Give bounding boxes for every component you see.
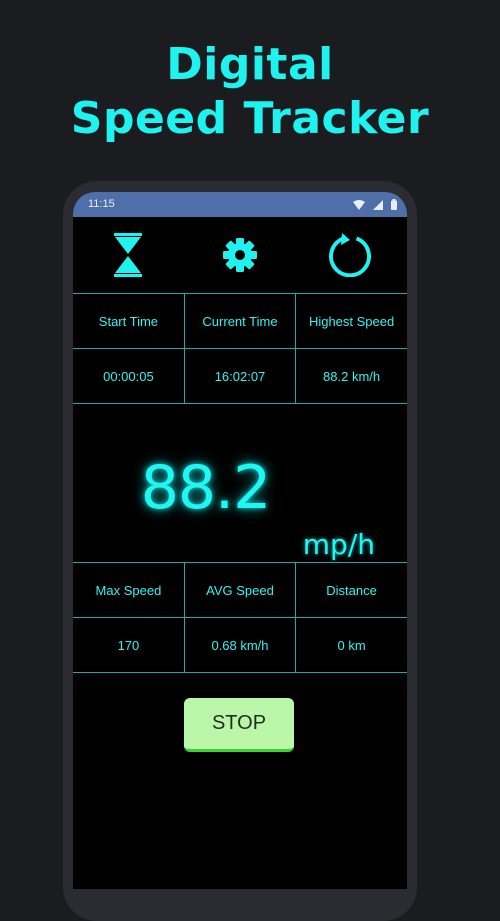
start-time-header: Start Time [73, 294, 185, 349]
max-speed-value: 170 [73, 617, 185, 673]
distance-value: 0 km [295, 617, 407, 673]
stats-table: Max Speed AVG Speed Distance 170 0.68 km… [73, 562, 407, 673]
start-time-value: 00:00:05 [73, 348, 185, 404]
app-screen: 11:15 Start Time Current Time Highest Sp… [73, 192, 407, 889]
highest-speed-value: 88.2 km/h [295, 348, 407, 404]
time-table: Start Time Current Time Highest Speed 00… [73, 294, 407, 404]
speed-unit: mp/h [302, 528, 375, 561]
gear-icon[interactable] [216, 231, 264, 279]
hourglass-icon[interactable] [104, 231, 152, 279]
current-time-header: Current Time [183, 294, 297, 349]
speedometer: 88.2 mp/h [73, 404, 407, 562]
signal-icon [373, 199, 383, 210]
highest-speed-header: Highest Speed [295, 294, 407, 349]
max-speed-header: Max Speed [73, 562, 185, 618]
wifi-icon [353, 199, 365, 210]
stop-button[interactable]: STOP [184, 698, 294, 752]
status-bar: 11:15 [73, 192, 407, 217]
promo-headline: Digital Speed Tracker [0, 38, 500, 146]
avg-speed-header: AVG Speed [183, 562, 297, 618]
avg-speed-value: 0.68 km/h [183, 617, 297, 673]
speed-value: 88.2 [140, 453, 272, 523]
current-time-value: 16:02:07 [183, 348, 297, 404]
distance-header: Distance [295, 562, 407, 618]
toolbar [73, 217, 407, 294]
refresh-icon[interactable] [326, 231, 374, 279]
battery-icon [391, 199, 397, 210]
headline-line-2: Speed Tracker [70, 93, 430, 144]
status-time: 11:15 [88, 198, 115, 210]
headline-line-1: Digital [166, 39, 334, 90]
